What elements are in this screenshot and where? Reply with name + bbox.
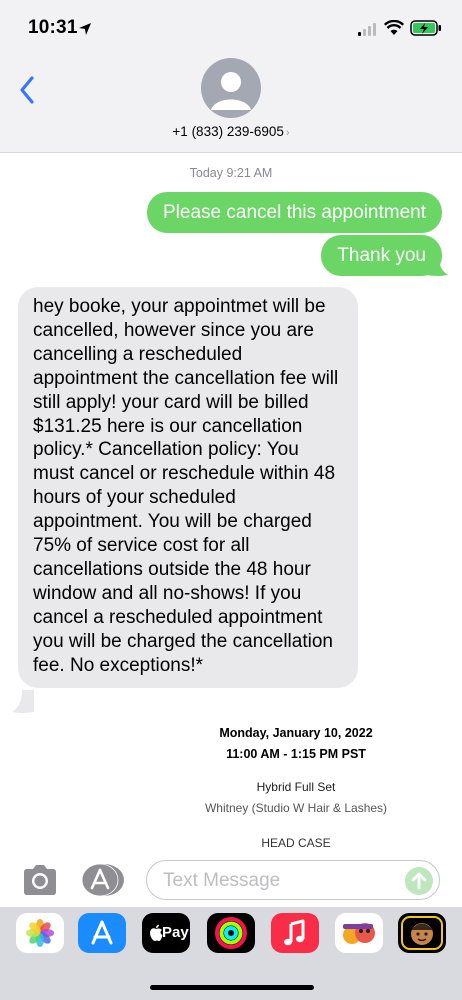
apple-pay-label: Pay bbox=[162, 924, 189, 941]
send-button[interactable] bbox=[405, 867, 433, 895]
message-input-field[interactable] bbox=[146, 860, 440, 900]
back-chevron-icon[interactable] bbox=[16, 74, 40, 106]
contact-chevron-icon: › bbox=[285, 127, 290, 139]
appointment-date: Monday, January 10, 2022 bbox=[219, 726, 373, 740]
person-silhouette-icon bbox=[211, 72, 251, 110]
apple-logo-icon bbox=[150, 924, 163, 941]
activity-icon bbox=[215, 917, 247, 949]
contact-avatar[interactable] bbox=[201, 58, 261, 118]
outgoing-message[interactable]: Thank you bbox=[321, 235, 442, 276]
appointment-location: HEAD CASE bbox=[261, 836, 331, 850]
contact-name[interactable]: +1 (833) 239-6905 › bbox=[0, 124, 462, 139]
appointment-service: Hybrid Full Set bbox=[256, 780, 336, 794]
battery-charging-icon bbox=[410, 20, 441, 36]
animoji-icon bbox=[401, 916, 443, 950]
send-arrow-icon bbox=[411, 872, 427, 890]
memoji-icon bbox=[343, 923, 375, 944]
activity-app-button[interactable] bbox=[207, 913, 255, 953]
apple-pay-button[interactable]: Pay bbox=[142, 913, 190, 953]
music-app-button[interactable] bbox=[271, 913, 319, 953]
status-time: 10:31 bbox=[28, 17, 78, 38]
app-store-apps-icon[interactable] bbox=[80, 862, 126, 898]
location-arrow-icon bbox=[79, 23, 91, 35]
outgoing-message[interactable]: Please cancel this appointment bbox=[147, 192, 442, 233]
memoji-stickers-button[interactable] bbox=[335, 913, 383, 953]
app-store-icon bbox=[91, 920, 113, 945]
incoming-message[interactable]: hey booke, your appointmet will be cance… bbox=[18, 287, 358, 688]
wifi-icon bbox=[384, 20, 404, 35]
cellular-signal-icon bbox=[358, 23, 376, 36]
appointment-staff: Whitney (Studio W Hair & Lashes) bbox=[204, 801, 388, 815]
message-timestamp: Today 9:21 AM bbox=[189, 166, 273, 180]
bubble-tail bbox=[12, 690, 34, 713]
camera-icon[interactable] bbox=[20, 862, 60, 898]
contact-number: +1 (833) 239-6905 bbox=[172, 124, 284, 139]
appointment-preview-card[interactable]: Monday, January 10, 2022 11:00 AM - 1:15… bbox=[190, 718, 446, 858]
photos-app-button[interactable] bbox=[16, 913, 64, 953]
home-indicator[interactable] bbox=[150, 985, 314, 990]
music-note-icon bbox=[284, 919, 305, 946]
app-store-button[interactable] bbox=[78, 913, 126, 953]
appointment-time: 11:00 AM - 1:15 PM PST bbox=[226, 747, 366, 761]
message-input[interactable] bbox=[161, 867, 405, 895]
photos-icon bbox=[26, 919, 54, 947]
animoji-button[interactable] bbox=[398, 913, 446, 953]
